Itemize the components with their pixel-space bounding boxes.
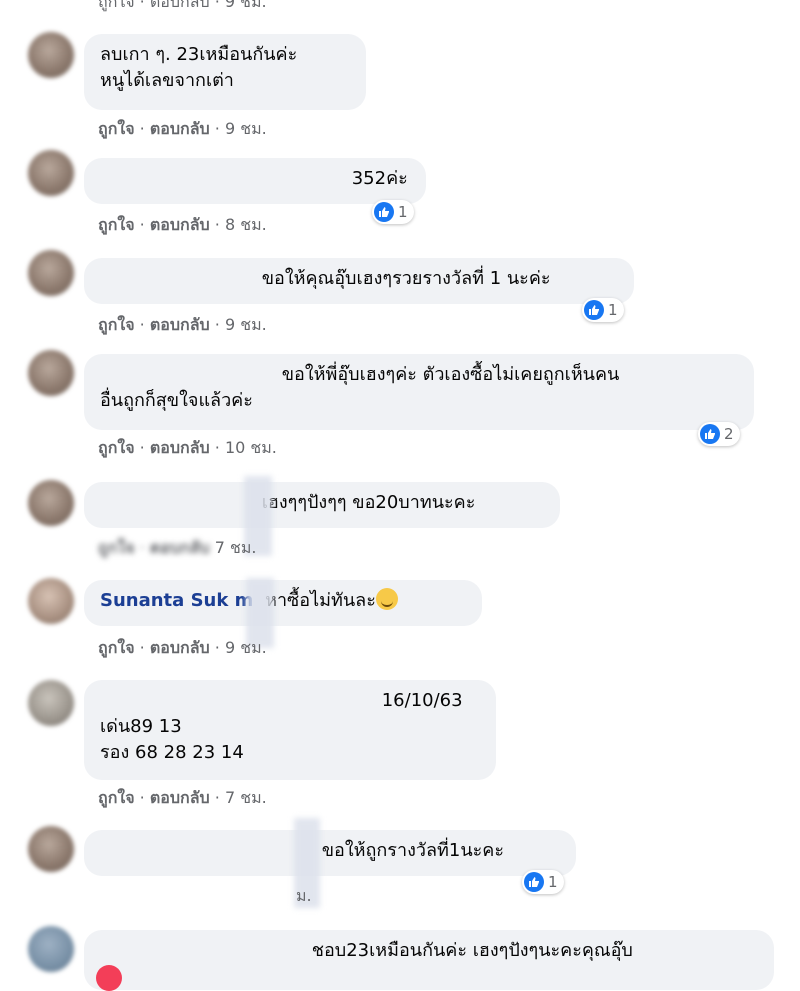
- reply-link[interactable]: ตอบกลับ: [150, 215, 210, 234]
- previous-comment-actions: ถูกใจ · ตอบกลับ · 9 ชม.: [98, 0, 267, 11]
- comment-bubble: ขอให้พี่อุ๊บเฮงๆค่ะ ตัวเองซื้อไม่เคยถูกเ…: [84, 354, 754, 430]
- comment-actions: ถูกใจ · ตอบกลับ · 9 ชม.: [98, 119, 267, 138]
- comment-actions: ถูกใจ · ตอบกลับ · 10 ชม.: [98, 438, 277, 457]
- comment-bubble: ลบเกา ๆ. 23เหมือนกันค่ะ หนูได้เลขจากเต่า: [84, 34, 366, 110]
- comment-text: ขอให้ถูกรางวัลที่1นะคะ: [321, 840, 505, 861]
- comment-actions: ถูกใจ · ตอบกลับ · 9 ชม.: [98, 638, 267, 657]
- reply-link[interactable]: ตอบกลับ: [150, 119, 210, 138]
- timestamp[interactable]: 10 ชม.: [225, 438, 277, 457]
- comment-actions: ม.: [296, 884, 312, 909]
- comment-text: 352ค่ะ: [351, 168, 408, 189]
- avatar[interactable]: [28, 32, 74, 78]
- reaction-count[interactable]: 1: [522, 870, 564, 894]
- like-link[interactable]: ถูกใจ: [98, 788, 135, 807]
- like-link[interactable]: ถูกใจ: [98, 215, 135, 234]
- comment-actions: ถูกใจ · ตอบกลับ 7 ชม.: [98, 538, 257, 557]
- comment-bubble: ขอให้ถูกรางวัลที่1นะคะ: [84, 830, 576, 876]
- avatar[interactable]: [28, 480, 74, 526]
- thumbs-up-icon: [700, 424, 720, 444]
- reply-link[interactable]: ตอบกลับ: [150, 538, 210, 557]
- comment-bubble: 352ค่ะ: [84, 158, 426, 204]
- like-link[interactable]: ถูกใจ: [98, 119, 135, 138]
- thumbs-up-icon: [374, 202, 394, 222]
- timestamp[interactable]: 9 ชม.: [225, 119, 267, 138]
- avatar[interactable]: [28, 826, 74, 872]
- comment-text: ลบเกา ๆ. 23เหมือนกันค่ะ หนูได้เลขจากเต่า: [100, 44, 298, 91]
- timestamp[interactable]: 8 ชม.: [225, 215, 267, 234]
- grinning-face-icon: [375, 588, 398, 610]
- like-link[interactable]: ถูกใจ: [98, 438, 135, 457]
- reply-link[interactable]: ตอบกลับ: [150, 438, 210, 457]
- like-link[interactable]: ถูกใจ: [98, 638, 135, 657]
- comment-text: ชอบ23เหมือนกันค่ะ เฮงๆปังๆนะคะคุณอุ๊บ: [311, 940, 633, 961]
- reaction-count[interactable]: 2: [698, 422, 740, 446]
- avatar[interactable]: [28, 350, 74, 396]
- comment-text: 16/10/63 เด่น89 13 รอง 68 28 23 14: [100, 690, 463, 763]
- avatar[interactable]: [28, 680, 74, 726]
- comment-actions: ถูกใจ · ตอบกลับ · 8 ชม.: [98, 215, 267, 234]
- reply-link[interactable]: ตอบกลับ: [150, 788, 210, 807]
- reply-link[interactable]: ตอบกลับ: [150, 638, 210, 657]
- comment-bubble: เฮงๆๆปังๆๆ ขอ20บาทนะคะ: [84, 482, 560, 528]
- comment-text: หาซื้อไม่ทันละ: [265, 590, 376, 611]
- thumbs-up-icon: [524, 872, 544, 892]
- comment-bubble: ชอบ23เหมือนกันค่ะ เฮงๆปังๆนะคะคุณอุ๊บ: [84, 930, 774, 990]
- timestamp[interactable]: 7 ชม.: [215, 538, 257, 557]
- reply-link[interactable]: ตอบกลับ: [150, 315, 210, 334]
- comment-text: เฮงๆๆปังๆๆ ขอ20บาทนะคะ: [261, 492, 476, 513]
- reaction-count[interactable]: 1: [372, 200, 414, 224]
- reaction-count[interactable]: 1: [582, 298, 624, 322]
- comment-actions: ถูกใจ · ตอบกลับ · 7 ชม.: [98, 788, 267, 807]
- timestamp[interactable]: 7 ชม.: [225, 788, 267, 807]
- timestamp[interactable]: 9 ชม.: [225, 638, 267, 657]
- comment-bubble: Sunanta Suk m หาซื้อไม่ทันละ: [84, 580, 482, 626]
- avatar[interactable]: [28, 250, 74, 296]
- thumbs-up-icon: [584, 300, 604, 320]
- timestamp[interactable]: 9 ชม.: [225, 315, 267, 334]
- comment-bubble: ขอให้คุณอุ๊บเฮงๆรวยรางวัลที่ 1 นะค่ะ: [84, 258, 634, 304]
- avatar[interactable]: [28, 150, 74, 196]
- like-link[interactable]: ถูกใจ: [98, 538, 135, 557]
- timestamp[interactable]: ม.: [296, 886, 312, 905]
- comment-actions: ถูกใจ · ตอบกลับ · 9 ชม.: [98, 315, 267, 334]
- avatar[interactable]: [28, 926, 74, 972]
- author-name[interactable]: Sunanta Suk m: [100, 590, 253, 612]
- avatar[interactable]: [28, 578, 74, 624]
- like-link[interactable]: ถูกใจ: [98, 315, 135, 334]
- comment-bubble: 16/10/63 เด่น89 13 รอง 68 28 23 14: [84, 680, 496, 780]
- comment-text: ขอให้พี่อุ๊บเฮงๆค่ะ ตัวเองซื้อไม่เคยถูกเ…: [100, 364, 620, 411]
- comment-text: ขอให้คุณอุ๊บเฮงๆรวยรางวัลที่ 1 นะค่ะ: [261, 268, 551, 289]
- heart-icon: [96, 965, 122, 991]
